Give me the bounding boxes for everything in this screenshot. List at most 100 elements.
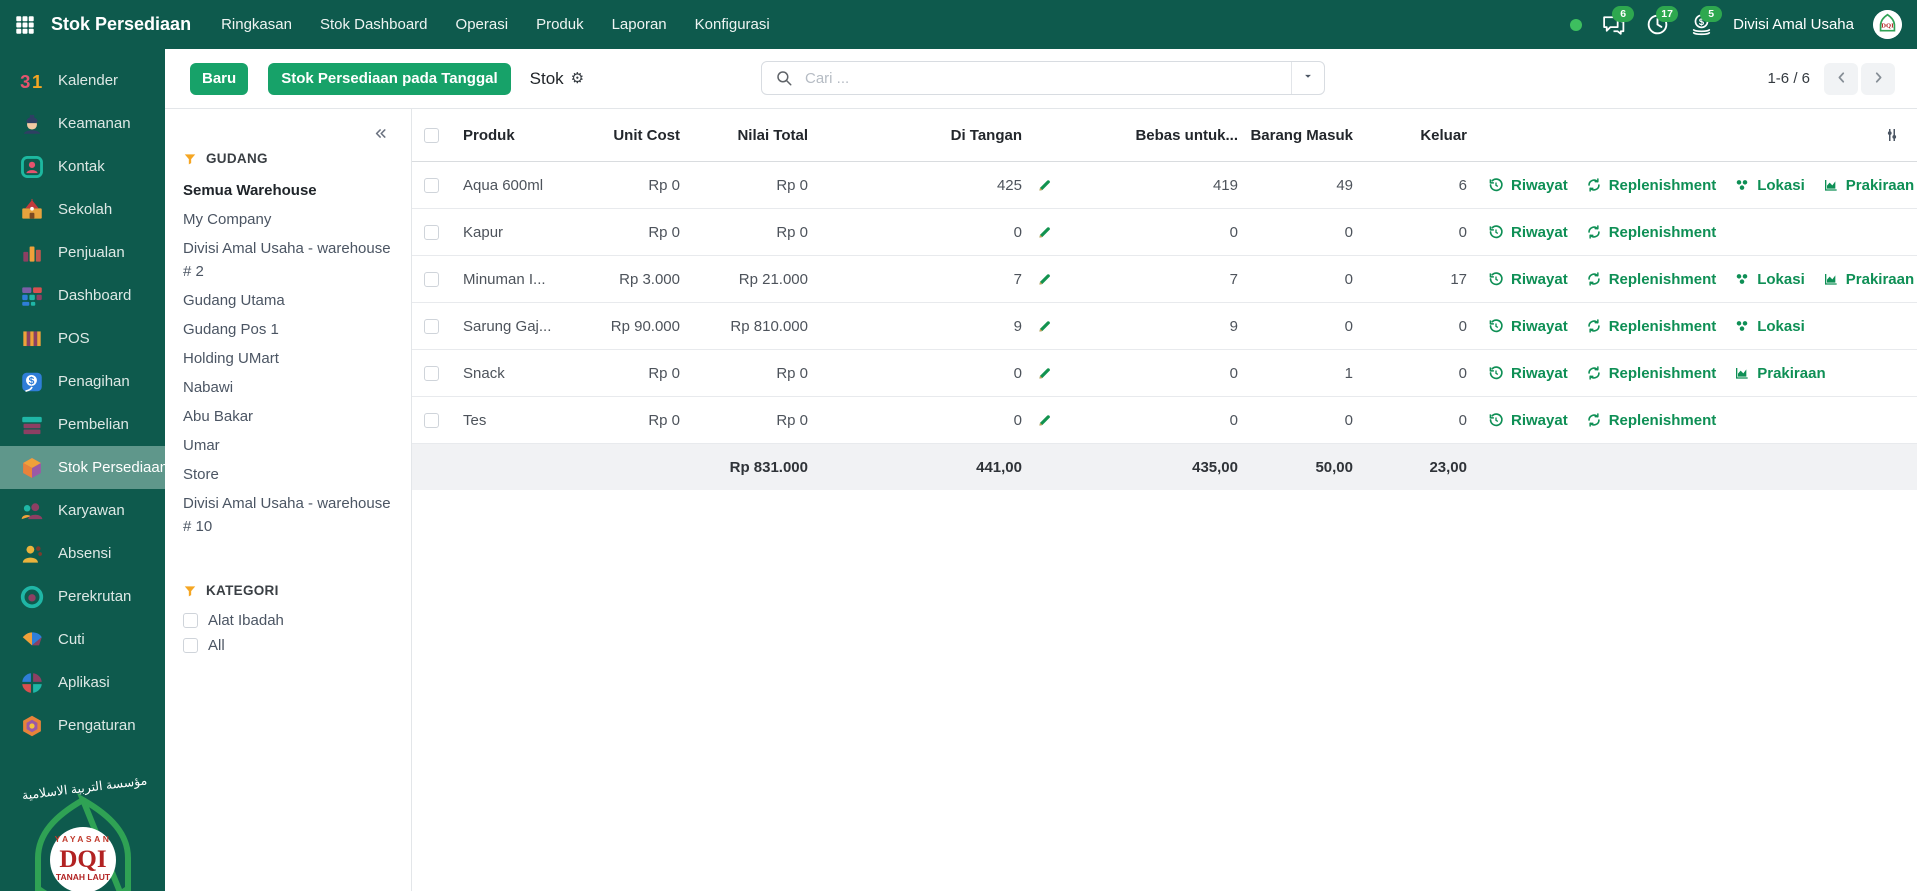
- sidebar-app-kalender[interactable]: 31Kalender: [0, 59, 165, 102]
- topbar-menu-ringkasan[interactable]: Ringkasan: [221, 16, 292, 33]
- topbar-menu-stok-dashboard[interactable]: Stok Dashboard: [320, 16, 428, 33]
- adjust-columns-icon[interactable]: [1883, 126, 1901, 144]
- search-options-toggle[interactable]: [1291, 62, 1324, 94]
- column-header-barang-masuk[interactable]: Barang Masuk: [1238, 127, 1353, 144]
- stock-at-date-button[interactable]: Stok Persediaan pada Tanggal: [268, 63, 510, 95]
- sidebar-app-stok-persediaan[interactable]: Stok Persediaan: [0, 446, 165, 489]
- warehouse-filter-holding-umart[interactable]: Holding UMart: [183, 344, 395, 373]
- edit-pencil-icon[interactable]: [1036, 412, 1053, 429]
- category-filter-all[interactable]: All: [183, 633, 393, 658]
- table-row[interactable]: Snack Rp 0 Rp 0 0 0 1 0 RiwayatReplenish…: [412, 350, 1917, 397]
- edit-pencil-icon[interactable]: [1036, 365, 1053, 382]
- select-all-checkbox[interactable]: [424, 128, 439, 143]
- cell-di-tangan: 0: [1014, 224, 1022, 241]
- topbar-menu-konfigurasi[interactable]: Konfigurasi: [695, 16, 770, 33]
- search-input[interactable]: [803, 69, 1291, 88]
- column-header-nilai-total[interactable]: Nilai Total: [680, 127, 808, 144]
- category-checkbox[interactable]: [183, 613, 198, 628]
- cell-di-tangan: 0: [1014, 412, 1022, 429]
- row-action-replenishment[interactable]: Replenishment: [1586, 365, 1717, 382]
- warehouse-filter-gudang-pos-1[interactable]: Gudang Pos 1: [183, 315, 395, 344]
- row-checkbox[interactable]: [424, 413, 439, 428]
- sidebar-app-karyawan[interactable]: Karyawan: [0, 489, 165, 532]
- row-action-replenishment[interactable]: Replenishment: [1586, 412, 1717, 429]
- money-icon[interactable]: $ 5: [1689, 12, 1714, 37]
- column-header-unit-cost[interactable]: Unit Cost: [565, 127, 680, 144]
- row-action-lokasi[interactable]: Lokasi: [1734, 318, 1805, 335]
- apps-grid-icon[interactable]: [14, 14, 36, 36]
- collapse-panel-icon[interactable]: [372, 125, 389, 142]
- row-checkbox[interactable]: [424, 366, 439, 381]
- row-action-riwayat[interactable]: Riwayat: [1488, 318, 1568, 335]
- row-action-replenishment[interactable]: Replenishment: [1586, 318, 1717, 335]
- row-action-riwayat[interactable]: Riwayat: [1488, 177, 1568, 194]
- row-checkbox[interactable]: [424, 178, 439, 193]
- sidebar-app-cuti[interactable]: Cuti: [0, 618, 165, 661]
- edit-pencil-icon[interactable]: [1036, 318, 1053, 335]
- user-avatar[interactable]: DQI: [1873, 10, 1902, 39]
- sidebar-app-pengaturan[interactable]: Pengaturan: [0, 704, 165, 747]
- warehouse-filter-store[interactable]: Store: [183, 460, 395, 489]
- column-header-di-tangan[interactable]: Di Tangan: [951, 127, 1022, 144]
- category-checkbox[interactable]: [183, 638, 198, 653]
- sidebar-app-aplikasi[interactable]: Aplikasi: [0, 661, 165, 704]
- row-action-riwayat[interactable]: Riwayat: [1488, 412, 1568, 429]
- edit-pencil-icon[interactable]: [1036, 271, 1053, 288]
- row-action-riwayat[interactable]: Riwayat: [1488, 365, 1568, 382]
- table-row[interactable]: Tes Rp 0 Rp 0 0 0 0 0 RiwayatReplenishme…: [412, 397, 1917, 444]
- table-row[interactable]: Minuman I... Rp 3.000 Rp 21.000 7 7 0 17…: [412, 256, 1917, 303]
- column-header-produk[interactable]: Produk: [451, 127, 565, 144]
- gear-icon[interactable]: ⚙: [571, 71, 584, 86]
- edit-pencil-icon[interactable]: [1036, 224, 1053, 241]
- app-title[interactable]: Stok Persediaan: [51, 14, 191, 35]
- topbar-menu-produk[interactable]: Produk: [536, 16, 584, 33]
- row-action-prakiraan[interactable]: Prakiraan: [1823, 271, 1914, 288]
- row-checkbox[interactable]: [424, 225, 439, 240]
- row-action-riwayat[interactable]: Riwayat: [1488, 224, 1568, 241]
- edit-pencil-icon[interactable]: [1036, 177, 1053, 194]
- warehouse-filter-gudang-utama[interactable]: Gudang Utama: [183, 286, 395, 315]
- row-action-replenishment[interactable]: Replenishment: [1586, 177, 1717, 194]
- sidebar-app-dashboard[interactable]: Dashboard: [0, 274, 165, 317]
- table-row[interactable]: Kapur Rp 0 Rp 0 0 0 0 0 RiwayatReplenish…: [412, 209, 1917, 256]
- table-row[interactable]: Sarung Gaj... Rp 90.000 Rp 810.000 9 9 0…: [412, 303, 1917, 350]
- row-action-lokasi[interactable]: Lokasi: [1734, 177, 1805, 194]
- row-checkbox[interactable]: [424, 272, 439, 287]
- row-action-replenishment[interactable]: Replenishment: [1586, 271, 1717, 288]
- warehouse-filter-semua-warehouse[interactable]: Semua Warehouse: [183, 176, 395, 205]
- sidebar-app-sekolah[interactable]: Sekolah: [0, 188, 165, 231]
- row-action-riwayat[interactable]: Riwayat: [1488, 271, 1568, 288]
- row-action-replenishment[interactable]: Replenishment: [1586, 224, 1717, 241]
- messages-icon[interactable]: 6: [1601, 12, 1626, 37]
- next-page-button[interactable]: [1861, 63, 1895, 95]
- company-name[interactable]: Divisi Amal Usaha: [1733, 16, 1854, 33]
- warehouse-filter-abu-bakar[interactable]: Abu Bakar: [183, 402, 395, 431]
- row-action-lokasi[interactable]: Lokasi: [1734, 271, 1805, 288]
- sidebar-app-perekrutan[interactable]: Perekrutan: [0, 575, 165, 618]
- warehouse-filter-nabawi[interactable]: Nabawi: [183, 373, 395, 402]
- table-row[interactable]: Aqua 600ml Rp 0 Rp 0 425 419 49 6 Riwaya…: [412, 162, 1917, 209]
- sidebar-app-penagihan[interactable]: $Penagihan: [0, 360, 165, 403]
- row-action-prakiraan[interactable]: Prakiraan: [1823, 177, 1914, 194]
- prev-page-button[interactable]: [1824, 63, 1858, 95]
- category-label: All: [208, 637, 225, 654]
- row-checkbox[interactable]: [424, 319, 439, 334]
- category-filter-alat-ibadah[interactable]: Alat Ibadah: [183, 608, 393, 633]
- column-header-keluar[interactable]: Keluar: [1353, 127, 1467, 144]
- sidebar-app-keamanan[interactable]: Keamanan: [0, 102, 165, 145]
- row-action-prakiraan[interactable]: Prakiraan: [1734, 365, 1825, 382]
- sidebar-app-penjualan[interactable]: Penjualan: [0, 231, 165, 274]
- topbar-menu-operasi[interactable]: Operasi: [456, 16, 509, 33]
- column-header-bebas-untuk[interactable]: Bebas untuk...: [1066, 127, 1238, 144]
- sidebar-app-pembelian[interactable]: Pembelian: [0, 403, 165, 446]
- topbar-menu-laporan[interactable]: Laporan: [612, 16, 667, 33]
- warehouse-filter-my-company[interactable]: My Company: [183, 205, 395, 234]
- warehouse-filter-umar[interactable]: Umar: [183, 431, 395, 460]
- sidebar-app-pos[interactable]: POS: [0, 317, 165, 360]
- new-button[interactable]: Baru: [190, 63, 248, 95]
- warehouse-filter-divisi-amal-usaha-warehouse-2[interactable]: Divisi Amal Usaha - warehouse # 2: [183, 234, 395, 286]
- activity-clock-icon[interactable]: 17: [1645, 12, 1670, 37]
- sidebar-app-absensi[interactable]: Absensi: [0, 532, 165, 575]
- sidebar-app-kontak[interactable]: Kontak: [0, 145, 165, 188]
- warehouse-filter-divisi-amal-usaha-warehouse-10[interactable]: Divisi Amal Usaha - warehouse # 10: [183, 489, 395, 541]
